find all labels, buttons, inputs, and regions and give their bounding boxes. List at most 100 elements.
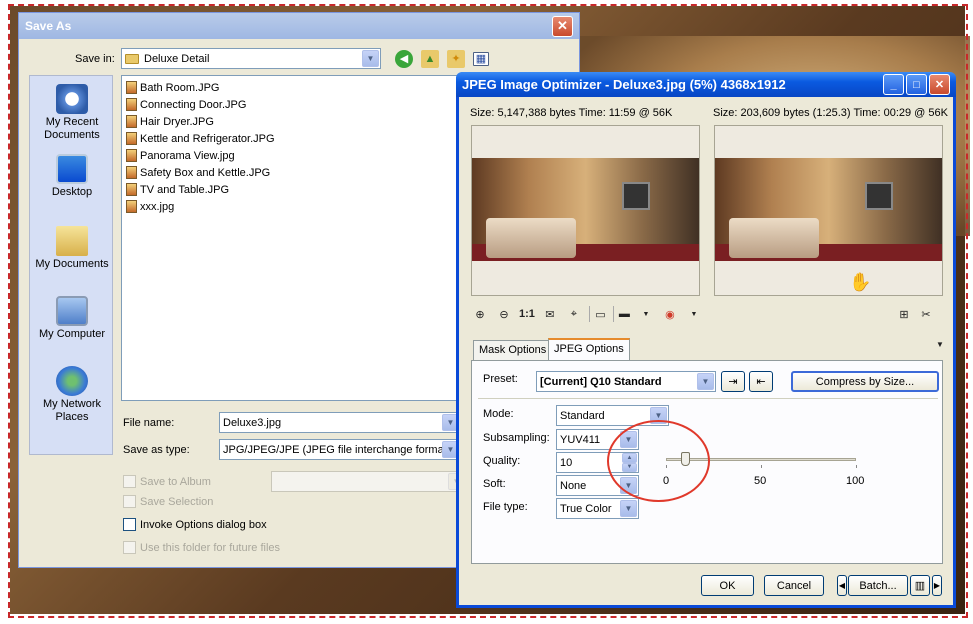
soft-label: Soft: [483,478,506,490]
place-my-network-places[interactable]: My Network Places [30,366,114,424]
file-name: Kettle and Refrigerator.JPG [140,132,275,145]
save-to-album-label: Save to Album [140,475,211,488]
tv-image [865,182,893,210]
slider-tick [761,465,762,468]
folder-icon [125,53,139,64]
delete-preset-button[interactable]: ⇤ [749,371,773,392]
optimized-preview[interactable]: ✋ [714,125,943,296]
window-icon[interactable]: ▭ [588,306,607,322]
new-folder-icon[interactable]: ✦ [447,49,465,68]
fit-view-icon[interactable]: ⌖ [565,306,583,322]
zoom-actual-size-button[interactable]: 1:1 [519,306,535,322]
chevron-down-icon[interactable]: ▼ [697,373,714,390]
minimize-button[interactable]: _ [883,74,904,95]
file-name: Bath Room.JPG [140,81,220,94]
grid-icon[interactable]: ⊞ [895,306,913,322]
views-menu-icon[interactable]: ▦ [473,51,489,66]
list-item[interactable]: Connecting Door.JPG [126,96,470,113]
save-as-title-bar: Save As ✕ [19,13,579,39]
list-item[interactable]: xxx.jpg [126,198,470,215]
place-label: My Network Places [42,398,102,423]
place-my-documents[interactable]: My Documents [30,226,114,271]
use-folder-row: Use this folder for future files [123,541,280,554]
jpg-file-icon [126,166,137,179]
subsampling-label: Subsampling: [483,432,550,444]
file-name: Safety Box and Kettle.JPG [140,166,271,179]
chevron-down-icon[interactable]: ▼ [637,306,655,322]
next-arrow-icon[interactable]: ▶ [932,575,942,596]
optimizer-toolbar: ⊕ ⊖ 1:1 ✉ ⌖ ▭ ▬ ▼ ◉ ▼ [471,306,703,322]
chevron-down-icon[interactable]: ▼ [620,500,637,517]
my-computer-icon [56,296,88,326]
tab-jpeg-options[interactable]: JPEG Options [548,338,630,361]
bed-image [729,218,819,258]
preset-select[interactable]: [Current] Q10 Standard ▼ [536,371,716,392]
file-name-input[interactable]: Deluxe3.jpg ▼ [219,412,461,433]
panel-menu-icon[interactable]: ▼ [931,336,949,352]
preset-label: Preset: [483,373,518,385]
batch-button[interactable]: Batch... [848,575,908,596]
file-type-value: True Color [560,502,612,515]
optimizer-title: JPEG Image Optimizer - Deluxe3.jpg (5%) … [462,77,786,92]
save-as-close-button[interactable]: ✕ [552,15,573,37]
save-selection-checkbox[interactable] [123,495,136,508]
book-icon[interactable]: ▥ [910,575,930,596]
file-name: xxx.jpg [140,200,175,213]
save-selection-label: Save Selection [140,495,214,508]
save-to-album-row: Save to Album ▼ [123,471,467,492]
scissors-icon[interactable]: ✂ [917,306,935,322]
save-as-type-select[interactable]: JPG/JPEG/JPE (JPEG file interchange form… [219,439,461,460]
zoom-in-icon[interactable]: ⊕ [471,306,489,322]
file-type-select[interactable]: True Color ▼ [556,498,639,519]
list-item[interactable]: Safety Box and Kettle.JPG [126,164,470,181]
list-item[interactable]: Hair Dryer.JPG [126,113,470,130]
hand-cursor-icon: ✋ [849,272,872,292]
save-preset-button[interactable]: ⇥ [721,371,745,392]
list-item[interactable]: TV and Table.JPG [126,181,470,198]
optimized-size-text: Size: 203,609 bytes (1:25.3) Time: 00:29… [713,107,948,119]
tab-mask-options[interactable]: Mask Options [473,340,553,360]
envelope-icon[interactable]: ✉ [541,306,559,322]
original-preview[interactable] [471,125,700,296]
use-folder-checkbox[interactable] [123,541,136,554]
ok-button[interactable]: OK [701,575,754,596]
back-icon[interactable]: ◀ [395,49,413,68]
zoom-out-icon[interactable]: ⊖ [495,306,513,322]
save-in-combo[interactable]: Deluxe Detail ▼ [121,48,381,69]
invoke-options-checkbox[interactable] [123,518,136,531]
place-my-recent-documents[interactable]: My Recent Documents [30,84,114,142]
save-as-type-label: Save as type: [123,443,190,456]
list-item[interactable]: Kettle and Refrigerator.JPG [126,130,470,147]
mode-value: Standard [560,409,605,422]
compress-by-size-button[interactable]: Compress by Size... [791,371,939,392]
card-reader-icon[interactable]: ▬ [612,306,631,322]
place-my-computer[interactable]: My Computer [30,296,114,341]
mode-label: Mode: [483,408,514,420]
file-name-value: Deluxe3.jpg [223,416,282,429]
file-name-label: File name: [123,416,175,429]
save-selection-row: Save Selection [123,495,213,508]
chevron-down-icon[interactable]: ▼ [685,306,703,322]
network-places-icon [56,366,88,396]
divider [478,398,938,399]
place-label: Desktop [51,186,93,198]
maximize-button[interactable]: □ [906,74,927,95]
file-type-label: File type: [483,501,528,513]
soft-value: None [560,479,587,492]
place-desktop[interactable]: Desktop [30,154,114,199]
save-to-album-checkbox[interactable] [123,475,136,488]
list-item[interactable]: Bath Room.JPG [126,79,470,96]
jpg-file-icon [126,81,137,94]
close-button[interactable]: ✕ [929,74,950,95]
album-select[interactable]: ▼ [270,471,467,492]
list-item[interactable]: Panorama View.jpg [126,147,470,164]
previous-arrow-icon[interactable]: ◀ [837,575,847,596]
browser-icon[interactable]: ◉ [661,306,679,322]
up-folder-icon[interactable]: ▲ [421,49,439,68]
optimizer-title-bar: JPEG Image Optimizer - Deluxe3.jpg (5%) … [456,72,956,97]
desktop-icon [56,154,88,184]
cancel-button[interactable]: Cancel [764,575,824,596]
chevron-down-icon[interactable]: ▼ [362,50,379,67]
file-list[interactable]: Bath Room.JPG Connecting Door.JPG Hair D… [121,75,475,401]
place-label: My Computer [38,328,106,340]
